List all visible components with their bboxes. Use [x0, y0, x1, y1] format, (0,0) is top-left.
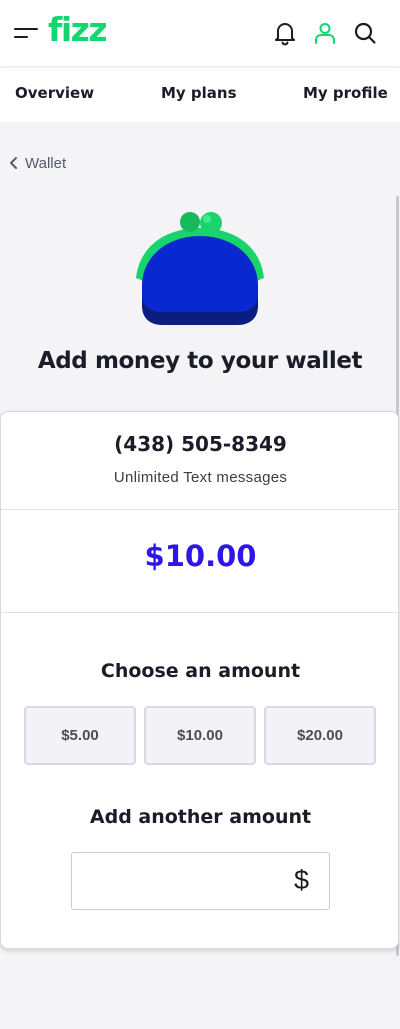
selected-amount: $10.00 [144, 539, 257, 573]
hamburger-menu-icon[interactable] [14, 24, 38, 42]
choose-amount-title: Choose an amount [100, 660, 301, 682]
user-icon[interactable] [312, 20, 338, 46]
amount-option-5[interactable]: $5.00 [24, 706, 136, 765]
custom-amount-input[interactable] [72, 853, 287, 909]
tab-overview[interactable]: Overview [15, 84, 94, 102]
add-money-card: (438) 505-8349 Unlimited Text messages $… [0, 411, 400, 949]
search-icon[interactable] [352, 20, 378, 46]
chevron-left-icon [10, 157, 17, 169]
wallet-purse-icon [136, 212, 264, 325]
plan-name: Unlimited Text messages [113, 469, 288, 486]
tab-my-plans[interactable]: My plans [161, 84, 237, 102]
phone-number: (438) 505-8349 [114, 432, 287, 456]
main-tabs: Overview My plans My profile [0, 66, 400, 122]
amount-option-20[interactable]: $20.00 [264, 706, 376, 765]
divider [1, 612, 400, 613]
divider [1, 509, 400, 510]
breadcrumb-label: Wallet [25, 154, 67, 172]
page-title: Add money to your wallet [37, 348, 363, 374]
custom-amount-field: $ [71, 852, 330, 910]
bell-icon[interactable] [272, 20, 298, 46]
breadcrumb-back-wallet[interactable]: Wallet [8, 152, 66, 174]
tab-my-profile[interactable]: My profile [303, 84, 388, 102]
top-bar: fizz [0, 0, 400, 66]
fizz-logo[interactable]: fizz [48, 8, 108, 52]
another-amount-title: Add another amount [89, 806, 312, 828]
currency-symbol: $ [293, 865, 309, 895]
amount-option-10[interactable]: $10.00 [144, 706, 256, 765]
